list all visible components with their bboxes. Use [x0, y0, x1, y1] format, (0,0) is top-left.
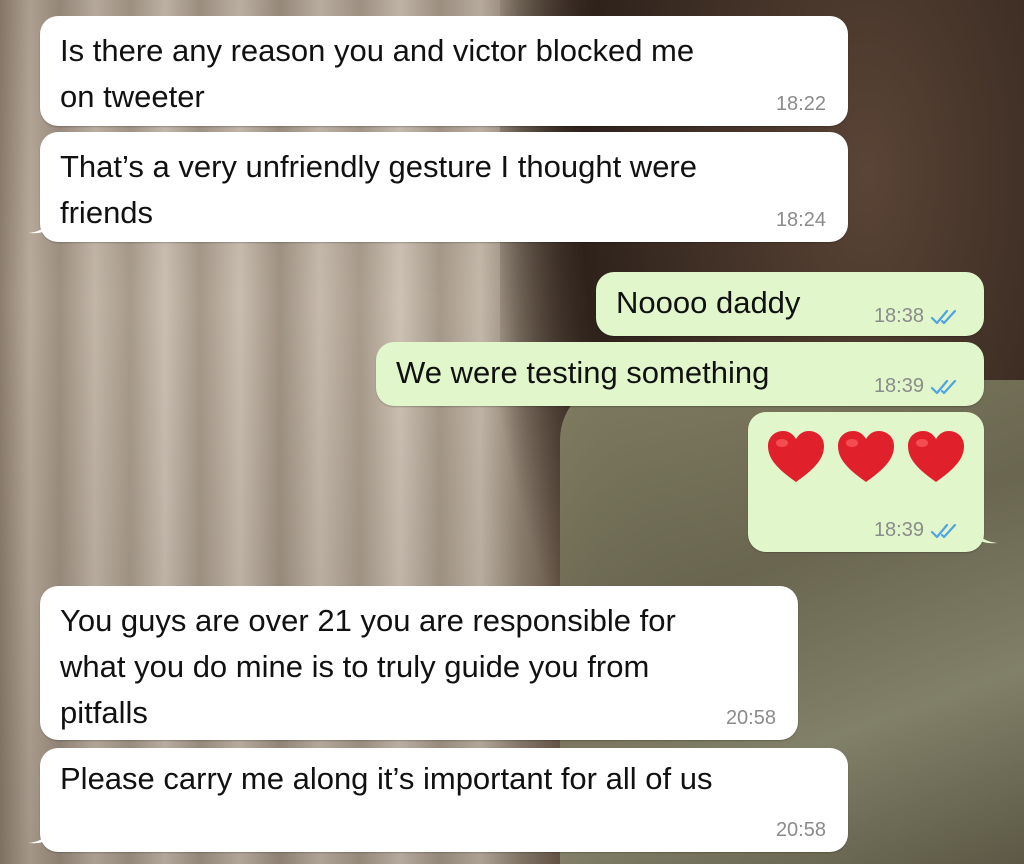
- red-heart-icon: [908, 431, 964, 482]
- message-line: You guys are over 21 you are responsible…: [60, 603, 676, 638]
- bubble-tail-icon: [28, 822, 54, 844]
- message-text: Please carry me along it’s important for…: [60, 761, 713, 796]
- incoming-message-bubble[interactable]: Please carry me along it’s important for…: [28, 748, 848, 852]
- message-time: 20:58: [725, 707, 776, 729]
- message-text: Is there any reason you and victor block…: [60, 28, 694, 120]
- bubble-tail-icon: [972, 522, 998, 544]
- message-line: friends: [60, 195, 154, 230]
- message-line: That’s a very unfriendly gesture I thoug…: [60, 149, 697, 184]
- message-time: 18:39: [873, 519, 924, 541]
- incoming-message-bubble[interactable]: That’s a very unfriendly gesture I thoug…: [28, 132, 848, 242]
- message-time: 18:24: [775, 209, 826, 231]
- message-time: 18:38: [873, 305, 924, 327]
- message-meta: 18:38: [874, 305, 960, 328]
- double-check-icon: [930, 523, 957, 538]
- outgoing-message-bubble[interactable]: Noooo daddy 18:38: [596, 272, 984, 336]
- message-meta: 18:39: [874, 519, 960, 542]
- message-text: We were testing something: [396, 355, 770, 390]
- message-text: That’s a very unfriendly gesture I thoug…: [60, 144, 697, 236]
- message-time: 18:22: [775, 93, 826, 115]
- red-heart-icon: [838, 431, 894, 482]
- outgoing-message-bubble[interactable]: We were testing something 18:39: [376, 342, 984, 406]
- message-text: You guys are over 21 you are responsible…: [60, 598, 676, 736]
- emoji-row: [766, 428, 966, 488]
- outgoing-emoji-bubble[interactable]: 18:39: [748, 412, 998, 552]
- message-line: Is there any reason you and victor block…: [60, 33, 695, 68]
- message-time: 18:39: [873, 375, 924, 397]
- incoming-message-bubble[interactable]: Is there any reason you and victor block…: [40, 16, 848, 126]
- chat-screen: Is there any reason you and victor block…: [0, 0, 1024, 864]
- double-check-icon: [930, 379, 957, 394]
- message-line: on tweeter: [60, 79, 205, 114]
- incoming-message-bubble[interactable]: You guys are over 21 you are responsible…: [40, 586, 798, 740]
- message-time: 20:58: [775, 819, 826, 841]
- bubble-tail-icon: [28, 212, 54, 234]
- message-line: pitfalls: [60, 695, 148, 730]
- message-meta: 18:39: [874, 375, 960, 398]
- red-heart-icon: [768, 431, 824, 482]
- message-text: Noooo daddy: [616, 285, 801, 320]
- message-line: what you do mine is to truly guide you f…: [60, 649, 650, 684]
- double-check-icon: [930, 309, 957, 324]
